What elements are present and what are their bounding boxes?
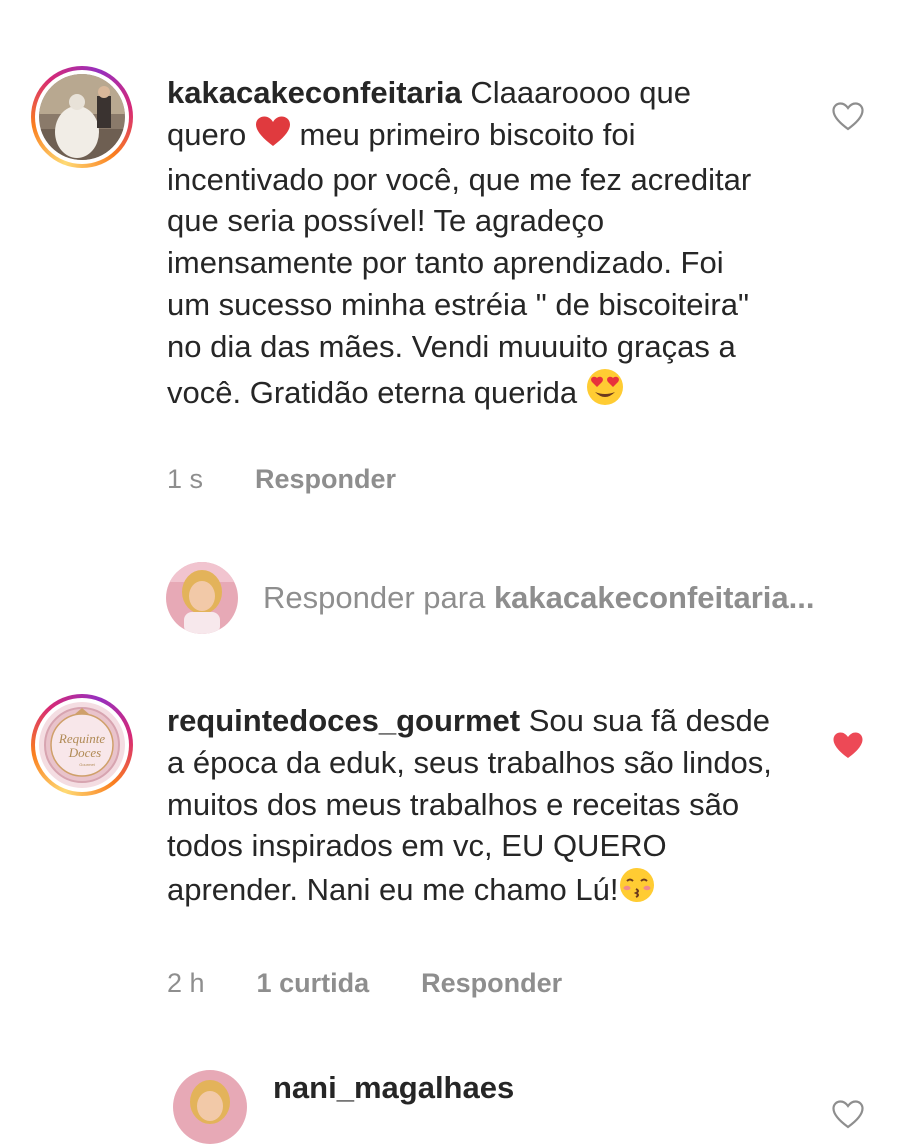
heart-eyes-emoji-icon [586, 368, 624, 417]
likes-count-button[interactable]: 1 curtida [257, 968, 370, 999]
reply-button[interactable]: Responder [421, 968, 562, 999]
reply-button[interactable]: Responder [255, 464, 396, 495]
logo-text: Doces [68, 745, 102, 760]
avatar[interactable] [173, 1070, 247, 1144]
avatar-story-ring[interactable] [31, 66, 133, 168]
comment-text: requintedoces_gourmet Sou sua fã desde a… [167, 700, 792, 914]
like-heart-icon[interactable] [832, 102, 864, 132]
comment-time: 1 s [167, 464, 204, 494]
comment-meta: 2 h 1 curtida Responder [167, 968, 614, 999]
avatar: Requinte Doces Gourmet [39, 702, 125, 788]
reply-target-username: kakacakeconfeitaria... [493, 580, 815, 615]
like-heart-icon[interactable] [832, 1100, 864, 1130]
liked-heart-icon[interactable] [832, 731, 864, 761]
comment-meta: 1 s Responder [167, 464, 448, 495]
red-heart-emoji-icon [255, 116, 291, 159]
comment-username[interactable]: nani_magalhaes [273, 1070, 514, 1106]
comment-username[interactable]: requintedoces_gourmet [167, 703, 520, 738]
my-avatar [166, 562, 238, 634]
comment-time: 2 h [167, 968, 205, 998]
logo-text: Gourmet [79, 762, 95, 767]
comment-text: kakacakeconfeitaria Claaaroooo que quero… [167, 72, 767, 416]
logo-text: Requinte [58, 731, 105, 746]
kissing-emoji-icon [619, 867, 655, 914]
avatar-story-ring[interactable]: Requinte Doces Gourmet [31, 694, 133, 796]
reply-prompt[interactable]: Responder para kakacakeconfeitaria... [263, 580, 814, 616]
comment-username[interactable]: kakacakeconfeitaria [167, 75, 462, 110]
avatar [39, 74, 125, 160]
